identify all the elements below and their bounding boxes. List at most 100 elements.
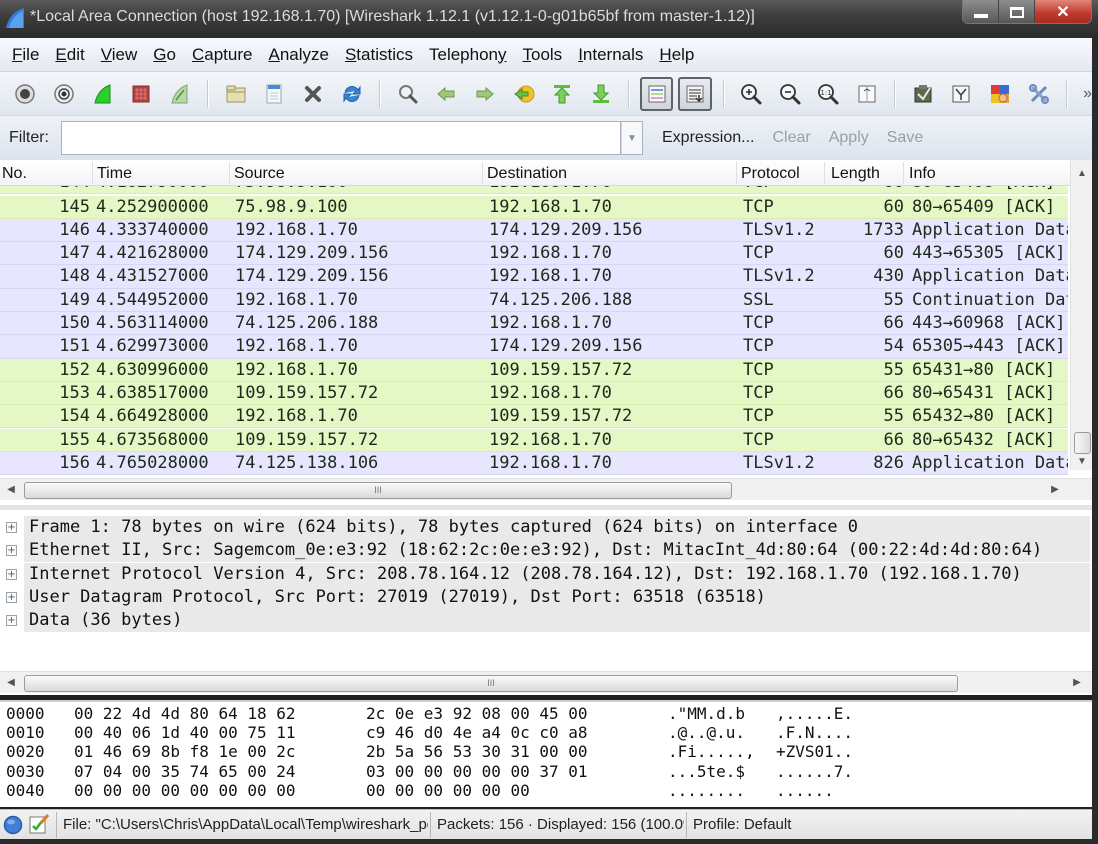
column-header-protocol[interactable]: Protocol — [741, 165, 800, 183]
menu-telephony[interactable]: Telephony — [421, 45, 515, 65]
scroll-up-icon[interactable]: ▲ — [1071, 164, 1093, 184]
colorize-button[interactable] — [639, 76, 674, 111]
column-header-no[interactable]: No. — [2, 165, 27, 183]
scrollbar-thumb[interactable]: III — [24, 482, 732, 499]
zoom-normal-button[interactable]: 1:1 — [812, 77, 846, 111]
packet-row[interactable]: 150 4.563114000 74.125.206.188 192.168.1.70… — [0, 312, 1068, 336]
filter-clear-button[interactable]: Clear — [772, 129, 810, 147]
column-separator[interactable] — [903, 162, 904, 184]
packet-row[interactable]: 145 4.252900000 75.98.9.100 192.168.1.70 TCP… — [0, 195, 1068, 219]
packet-row[interactable]: 156 4.765028000 74.125.138.106 192.168.1.70… — [0, 451, 1068, 476]
open-file-button[interactable] — [219, 77, 253, 111]
expert-info-icon[interactable] — [3, 815, 23, 835]
stop-capture-button[interactable] — [125, 77, 159, 111]
menu-statistics[interactable]: Statistics — [337, 45, 421, 65]
menu-help[interactable]: Help — [651, 45, 702, 65]
expand-icon[interactable]: + — [6, 591, 17, 603]
find-packet-button[interactable] — [391, 77, 425, 111]
options-button[interactable] — [47, 77, 81, 111]
column-separator[interactable] — [92, 162, 93, 184]
scroll-down-icon[interactable]: ▼ — [1071, 452, 1093, 472]
packet-list-horizontal-scrollbar[interactable]: ◀ III ▶ — [0, 478, 1092, 500]
status-profile[interactable]: Profile: Default — [686, 812, 1092, 838]
packet-row[interactable]: 153 4.638517000 109.159.157.72 192.168.1.70… — [0, 381, 1068, 406]
menu-internals[interactable]: Internals — [570, 45, 651, 65]
go-forward-button[interactable] — [468, 77, 502, 111]
column-header-info[interactable]: Info — [909, 165, 936, 183]
display-filter-input[interactable] — [61, 121, 621, 155]
toolbar-overflow-button[interactable]: » — [1083, 85, 1092, 103]
display-filters-button[interactable] — [945, 77, 979, 111]
zoom-in-button[interactable] — [734, 77, 768, 111]
details-horizontal-scrollbar[interactable]: ◀ III ▶ — [0, 671, 1092, 693]
close-file-button[interactable] — [296, 77, 330, 111]
menu-tools[interactable]: Tools — [515, 45, 571, 65]
cell-destination: 109.159.157.72 — [489, 406, 633, 427]
preferences-button[interactable] — [1022, 77, 1056, 111]
restart-capture-button[interactable] — [163, 77, 197, 111]
close-button[interactable]: ✕ — [1035, 0, 1091, 23]
expand-icon[interactable]: + — [6, 522, 17, 533]
packet-row[interactable]: 154 4.664928000 192.168.1.70 109.159.157.72… — [0, 405, 1068, 429]
interfaces-button[interactable] — [9, 77, 43, 111]
expand-icon[interactable]: + — [6, 568, 17, 580]
cell-destination: 192.168.1.70 — [489, 452, 612, 473]
menu-go[interactable]: Go — [145, 45, 184, 65]
filter-expression-button[interactable]: Expression... — [662, 129, 754, 147]
resize-columns-button[interactable] — [850, 77, 884, 111]
go-back-button[interactable] — [429, 77, 463, 111]
start-capture-button[interactable] — [86, 77, 120, 111]
scroll-right-icon[interactable]: ▶ — [1066, 672, 1088, 694]
scrollbar-thumb[interactable] — [1074, 432, 1091, 454]
column-separator[interactable] — [736, 162, 737, 184]
column-header-destination[interactable]: Destination — [487, 165, 567, 183]
column-header-source[interactable]: Source — [234, 165, 285, 183]
capture-comment-icon[interactable] — [28, 813, 50, 835]
main-toolbar: 1:1 » — [0, 72, 1092, 116]
toolbar-separator — [1066, 79, 1068, 108]
column-separator[interactable] — [482, 162, 483, 184]
packet-row[interactable]: 151 4.629973000 192.168.1.70 174.129.209.15… — [0, 335, 1068, 359]
column-header-length[interactable]: Length — [831, 165, 880, 183]
scrollbar-thumb[interactable]: III — [24, 675, 958, 692]
save-file-button[interactable] — [258, 77, 292, 111]
detail-tree-item[interactable]: + Frame 1: 78 bytes on wire (624 bits), 7… — [0, 516, 1090, 539]
filter-save-button[interactable]: Save — [887, 129, 923, 147]
scroll-left-icon[interactable]: ◀ — [0, 479, 22, 501]
detail-tree-item[interactable]: + User Datagram Protocol, Src Port: 27019… — [0, 585, 1090, 609]
packet-list-vertical-scrollbar[interactable]: ▲ ▼ — [1070, 160, 1092, 470]
packet-row[interactable]: 147 4.421628000 174.129.209.156 192.168.1.7… — [0, 242, 1068, 266]
packet-row[interactable]: 152 4.630996000 192.168.1.70 109.159.157.72… — [0, 358, 1068, 382]
detail-tree-item[interactable]: + Ethernet II, Src: Sagemcom_0e:e3:92 (18… — [0, 539, 1090, 563]
go-first-button[interactable] — [545, 77, 579, 111]
minimize-button[interactable] — [963, 0, 999, 23]
packet-row[interactable]: 148 4.431527000 174.129.209.156 192.168.1.7… — [0, 265, 1068, 289]
go-last-button[interactable] — [584, 77, 618, 111]
menu-analyze[interactable]: Analyze — [260, 45, 336, 65]
packet-row[interactable]: 155 4.673568000 109.159.157.72 192.168.1.70… — [0, 428, 1068, 452]
menu-file[interactable]: File — [4, 45, 47, 65]
coloring-rules-button[interactable] — [983, 77, 1017, 111]
expand-icon[interactable]: + — [6, 545, 17, 557]
go-to-packet-button[interactable] — [507, 77, 541, 111]
detail-tree-item[interactable]: + Internet Protocol Version 4, Src: 208.7… — [0, 562, 1090, 586]
packet-row[interactable]: 149 4.544952000 192.168.1.70 74.125.206.188… — [0, 288, 1068, 312]
zoom-out-button[interactable] — [773, 77, 807, 111]
menu-edit[interactable]: Edit — [47, 45, 92, 65]
packet-row[interactable]: 146 4.333740000 192.168.1.70 174.129.209.15… — [0, 218, 1068, 243]
filter-apply-button[interactable]: Apply — [829, 129, 869, 147]
expand-icon[interactable]: + — [6, 615, 17, 627]
maximize-button[interactable] — [999, 0, 1035, 23]
menu-view[interactable]: View — [93, 45, 146, 65]
scroll-left-icon[interactable]: ◀ — [0, 672, 22, 694]
reload-button[interactable] — [335, 77, 369, 111]
detail-tree-item[interactable]: + Data (36 bytes) — [0, 609, 1090, 633]
column-separator[interactable] — [229, 162, 230, 184]
menu-capture[interactable]: Capture — [184, 45, 260, 65]
auto-scroll-button[interactable] — [678, 76, 713, 111]
scroll-right-icon[interactable]: ▶ — [1044, 479, 1066, 501]
filter-history-dropdown[interactable]: ▼ — [621, 121, 643, 155]
column-separator[interactable] — [824, 162, 825, 184]
column-header-time[interactable]: Time — [97, 165, 132, 183]
capture-filters-button[interactable] — [906, 77, 940, 111]
